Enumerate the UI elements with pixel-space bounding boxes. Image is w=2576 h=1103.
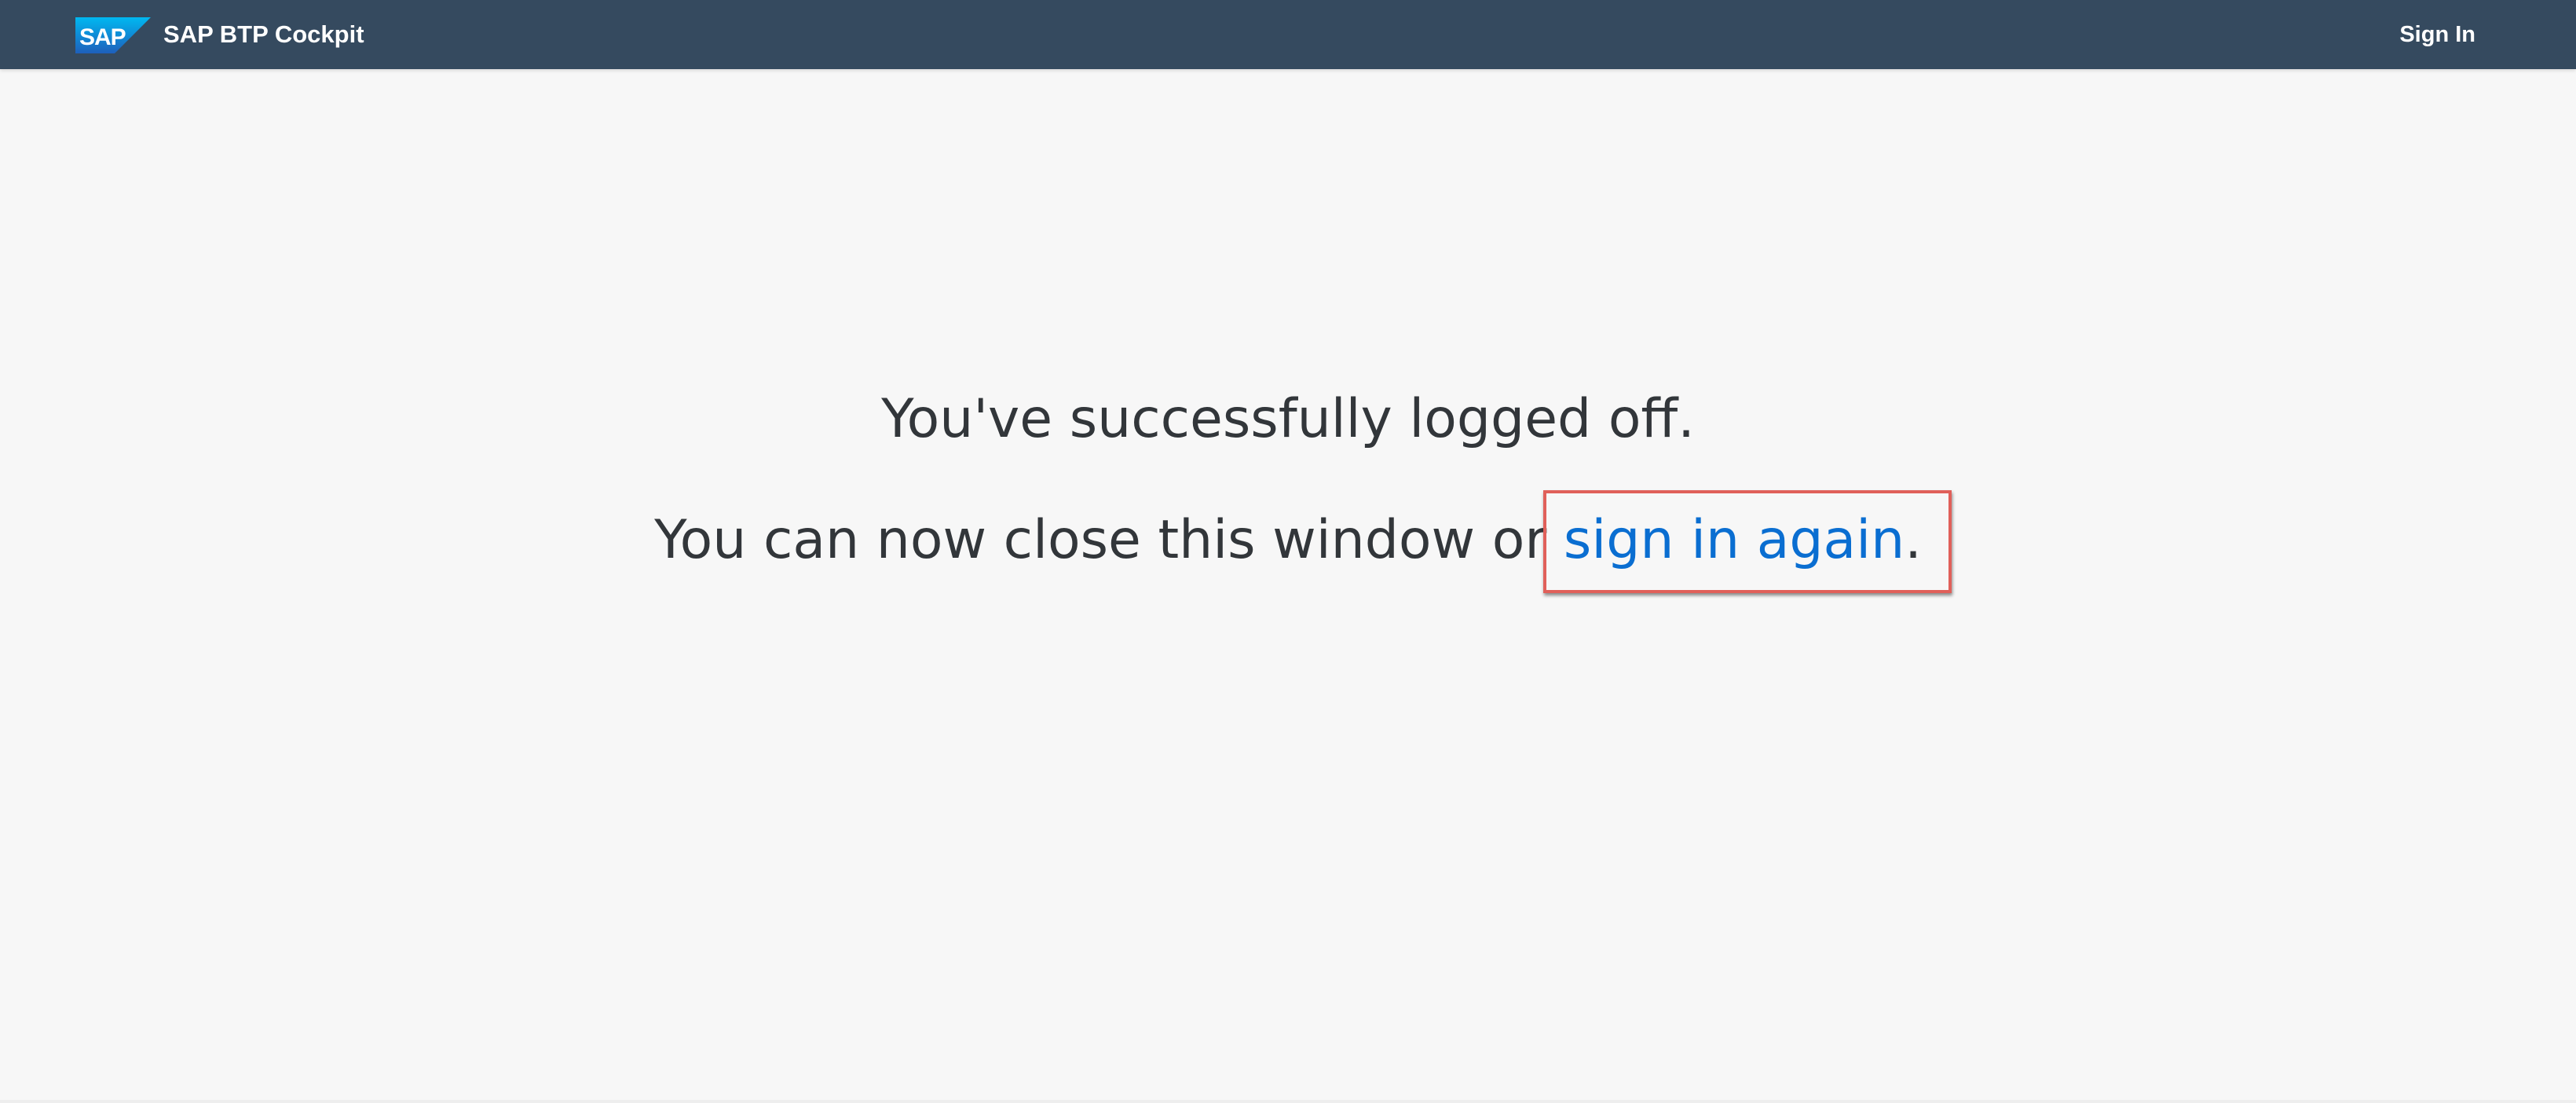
sign-in-button[interactable]: Sign In	[2399, 17, 2475, 52]
sign-in-again-link[interactable]: sign in again	[1564, 509, 1905, 571]
bottom-edge-divider	[0, 1100, 2576, 1103]
sap-logo[interactable]: SAP	[75, 17, 151, 53]
close-window-text: You can now close this window or	[654, 509, 1564, 571]
close-window-message: You can now close this window or sign in…	[0, 498, 2576, 583]
shell-bar: SAP SAP BTP Cockpit Sign In	[0, 0, 2576, 69]
period-text: .	[1905, 509, 1922, 571]
logout-message-area: You've successfully logged off. You can …	[0, 377, 2576, 583]
app-title: SAP BTP Cockpit	[163, 20, 364, 48]
logged-off-headline: You've successfully logged off.	[881, 388, 1695, 450]
sap-logo-text: SAP	[79, 24, 126, 50]
